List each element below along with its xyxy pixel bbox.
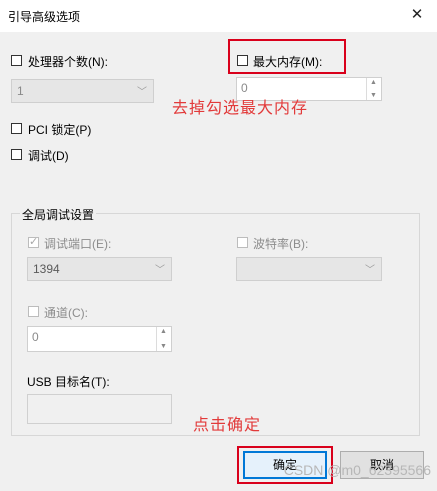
pci-lock-checkbox[interactable] [11, 123, 22, 134]
debug-label: 调试(D) [28, 149, 69, 163]
cpu-count-label: 处理器个数(N): [28, 55, 108, 69]
usb-target-label: USB 目标名(T): [27, 375, 110, 389]
channel-label: 通道(C): [44, 306, 88, 320]
channel-value: 0 [32, 330, 39, 344]
pci-lock-label: PCI 锁定(P) [28, 123, 92, 137]
usb-target-input[interactable] [27, 394, 172, 424]
close-icon[interactable]: ✕ [407, 5, 427, 25]
spinner-buttons[interactable]: ▲ ▼ [366, 78, 381, 100]
spin-down-icon[interactable]: ▼ [160, 343, 167, 350]
max-memory-value: 0 [241, 81, 248, 95]
baud-rate-select[interactable]: ﹀ [236, 257, 382, 281]
global-debug-title: 全局调试设置 [20, 206, 97, 223]
cpu-count-select[interactable]: 1 ﹀ [11, 79, 154, 103]
baud-rate-label: 波特率(B): [253, 237, 309, 251]
watermark: CSDN @m0_62395566 [283, 462, 431, 478]
debug-port-checkbox[interactable] [28, 235, 39, 248]
spin-up-icon[interactable]: ▲ [370, 79, 377, 86]
spin-up-icon[interactable]: ▲ [160, 328, 167, 335]
channel-checkbox[interactable] [28, 306, 39, 317]
spinner-buttons[interactable]: ▲ ▼ [156, 327, 171, 351]
window-title: 引导高级选项 [8, 10, 81, 24]
chevron-down-icon: ﹀ [155, 265, 165, 276]
channel-spinner[interactable]: 0 ▲ ▼ [27, 326, 172, 352]
spin-down-icon[interactable]: ▼ [370, 92, 377, 99]
debug-port-label: 调试端口(E): [44, 237, 112, 251]
annotation-uncheck-memory: 去掉勾选最大内存 [172, 98, 309, 117]
annotation-click-ok: 点击确定 [193, 415, 262, 434]
chevron-down-icon: ﹀ [365, 265, 375, 276]
debug-port-select[interactable]: 1394 ﹀ [27, 257, 172, 281]
chevron-down-icon: ﹀ [137, 87, 147, 98]
debug-checkbox[interactable] [11, 149, 22, 160]
highlight-max-memory [228, 39, 346, 74]
cpu-count-value: 1 [17, 84, 24, 98]
debug-port-value: 1394 [33, 262, 60, 276]
baud-rate-checkbox[interactable] [237, 237, 248, 248]
cpu-count-checkbox[interactable] [11, 55, 22, 66]
